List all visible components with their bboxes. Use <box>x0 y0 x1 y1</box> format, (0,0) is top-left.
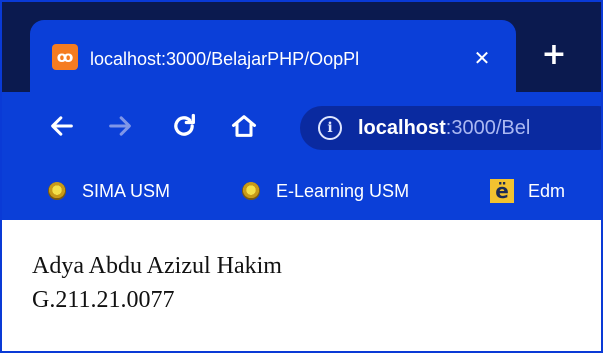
arrow-left-icon <box>51 116 73 136</box>
student-name: Adya Abdu Azizul Hakim <box>32 253 282 279</box>
arrow-right-icon <box>109 116 131 136</box>
bookmark-sima-usm[interactable]: SIMA USM <box>48 176 170 206</box>
edmodo-icon: ё <box>490 179 514 203</box>
tab-strip: ꝏ localhost:3000/BelajarPHP/OopPl ✕ + <box>2 2 601 98</box>
url-host: localhost <box>358 117 446 139</box>
forward-button[interactable] <box>102 108 138 144</box>
browser-window: ꝏ localhost:3000/BelajarPHP/OopPl ✕ + i … <box>0 0 603 353</box>
bookmark-label: E-Learning USM <box>276 181 410 201</box>
close-tab-icon[interactable]: ✕ <box>468 44 496 72</box>
usm-logo-icon <box>48 182 66 200</box>
url-path: :3000/Bel <box>445 117 531 139</box>
address-bar[interactable]: i localhost:3000/Bel <box>300 106 601 150</box>
reload-icon <box>174 113 195 136</box>
usm-logo-icon <box>242 182 260 200</box>
bookmark-edmodo[interactable]: ё Edm <box>490 176 565 206</box>
home-icon <box>231 115 257 137</box>
page-content: Adya Abdu Azizul Hakim G.211.21.0077 <box>2 220 601 351</box>
student-id: G.211.21.0077 <box>32 287 175 313</box>
home-button[interactable] <box>226 108 262 144</box>
bookmark-label: SIMA USM <box>82 181 171 201</box>
reload-button[interactable] <box>166 108 202 144</box>
browser-toolbar: i localhost:3000/Bel <box>2 92 601 162</box>
bookmarks-bar: SIMA USM E-Learning USM ё Edm <box>2 162 601 220</box>
bookmark-label: Edm <box>528 181 566 201</box>
xampp-icon: ꝏ <box>52 44 78 70</box>
new-tab-button[interactable]: + <box>537 38 571 72</box>
back-button[interactable] <box>44 108 80 144</box>
address-url[interactable]: localhost:3000/Bel <box>358 115 530 141</box>
tab-title: localhost:3000/BelajarPHP/OopPl <box>90 49 360 69</box>
active-tab[interactable]: ꝏ localhost:3000/BelajarPHP/OopPl ✕ <box>30 20 516 98</box>
info-icon[interactable]: i <box>318 116 342 140</box>
bookmark-e-learning-usm[interactable]: E-Learning USM <box>242 176 409 206</box>
